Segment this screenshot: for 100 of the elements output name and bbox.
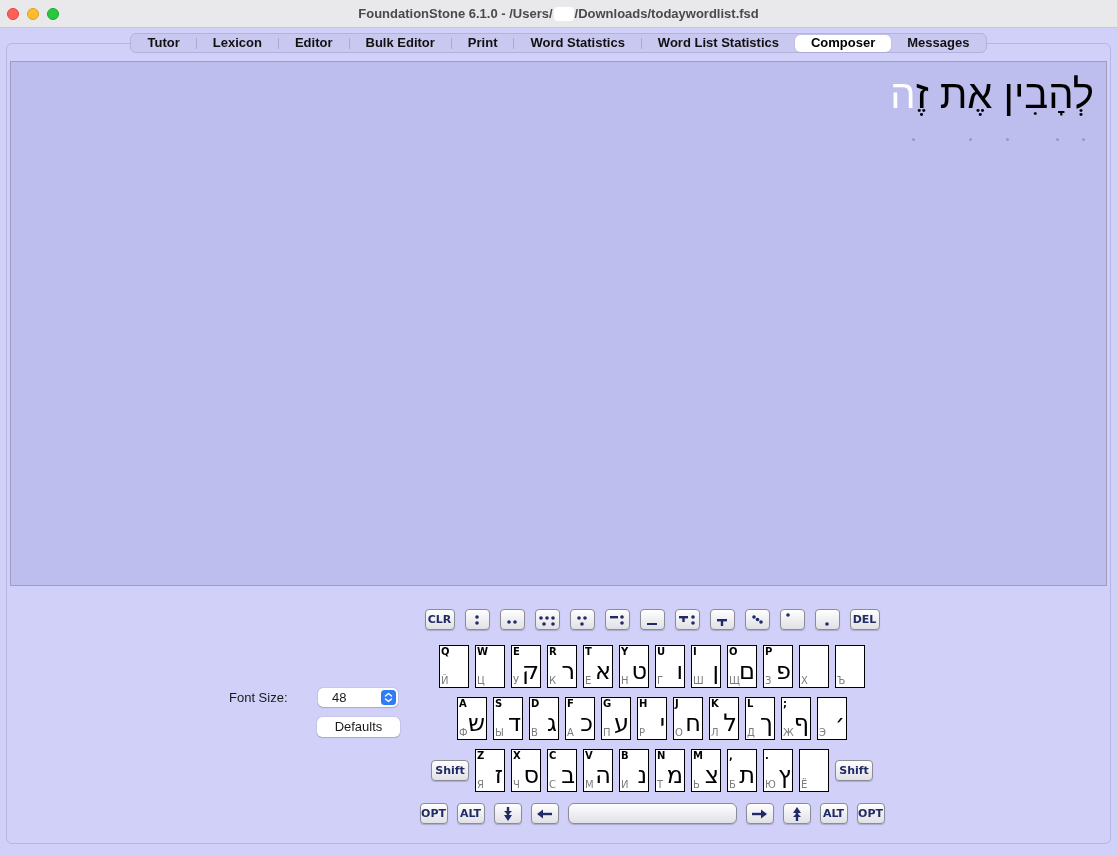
- close-button[interactable]: [7, 7, 19, 20]
- cyrillic-letter: О: [675, 727, 683, 738]
- keyboard-key[interactable]: Q Й: [439, 645, 469, 688]
- window-title: FoundationStone 6.1.0 - /Users/: [358, 4, 553, 23]
- hebrew-letter: א: [594, 658, 611, 684]
- shift-key[interactable]: Shift: [835, 760, 873, 781]
- hebrew-letter: ץ: [778, 762, 791, 788]
- tab[interactable]: Lexicon: [196, 34, 278, 52]
- latin-letter: L: [747, 698, 754, 709]
- latin-letter: ,: [729, 750, 733, 761]
- latin-letter: P: [765, 646, 773, 657]
- cyrillic-letter: У: [513, 675, 520, 686]
- cyrillic-letter: К: [549, 675, 557, 686]
- alt-key[interactable]: ALT: [819, 803, 848, 824]
- delete-key[interactable]: DEL: [849, 609, 880, 630]
- double-down-arrow-icon: [502, 806, 513, 821]
- hebrew-letter: ש: [468, 710, 485, 736]
- right-arrow-icon: [752, 808, 767, 819]
- t-bar-icon: [717, 618, 727, 626]
- vowel-point-key[interactable]: [569, 609, 595, 630]
- latin-letter: A: [459, 698, 467, 709]
- hebrew-letter: צ: [704, 762, 719, 788]
- font-size-select[interactable]: 48: [318, 688, 398, 708]
- space-bar[interactable]: [567, 803, 737, 824]
- cyrillic-letter: Я: [477, 779, 484, 790]
- option-key[interactable]: OPT: [856, 803, 885, 824]
- cyrillic-letter: Й: [441, 675, 449, 686]
- vowel-point-key[interactable]: [604, 609, 630, 630]
- left-arrow-icon: [537, 808, 552, 819]
- cyrillic-letter: Н: [621, 675, 629, 686]
- hebrew-text: לְהָבִין אֶת זֶ: [915, 71, 1094, 118]
- right-key[interactable]: [745, 803, 774, 824]
- diagonal-dots-icon: [751, 615, 763, 624]
- cyrillic-letter: П: [603, 727, 611, 738]
- tab[interactable]: Messages: [891, 34, 986, 52]
- vowel-point-key[interactable]: [709, 609, 735, 630]
- underscore-icon: [647, 622, 657, 626]
- t-bar-dots-icon: [679, 614, 695, 625]
- cyrillic-letter: В: [531, 727, 538, 738]
- vowel-point-key[interactable]: [534, 609, 560, 630]
- cyrillic-letter: Г: [657, 675, 664, 686]
- cyrillic-letter: М: [585, 779, 594, 790]
- hebrew-letter: ז: [494, 762, 503, 788]
- hebrew-letter: מ: [666, 762, 683, 788]
- vowel-point-key[interactable]: [674, 609, 700, 630]
- latin-letter: B: [621, 750, 629, 761]
- tab[interactable]: Composer: [795, 34, 892, 52]
- hebrew-letter: ב: [561, 762, 575, 788]
- up-key[interactable]: [782, 803, 811, 824]
- latin-letter: O: [729, 646, 738, 657]
- latin-letter: Q: [441, 646, 450, 657]
- cyrillic-letter: Ъ: [837, 675, 846, 686]
- tab[interactable]: Editor: [278, 34, 349, 52]
- cyrillic-letter: Ж: [783, 727, 794, 738]
- left-key[interactable]: [530, 803, 559, 824]
- tab[interactable]: Print: [451, 34, 514, 52]
- vowel-point-key[interactable]: [639, 609, 665, 630]
- latin-letter: J: [675, 698, 679, 709]
- hebrew-letter: ח: [685, 710, 701, 736]
- alt-key[interactable]: ALT: [456, 803, 485, 824]
- keyboard-key[interactable]: W Ц: [475, 645, 505, 688]
- latin-letter: S: [495, 698, 503, 709]
- keyboard-key[interactable]: Ъ: [835, 645, 865, 688]
- hebrew-letter: ת: [739, 762, 755, 788]
- hebrew-letter: ע: [613, 710, 629, 736]
- latin-letter: C: [549, 750, 557, 761]
- vowel-point-key[interactable]: [744, 609, 770, 630]
- hebrew-letter: י: [659, 710, 665, 736]
- hebrew-letter: פ: [776, 658, 791, 684]
- shift-key[interactable]: Shift: [431, 760, 469, 781]
- cyrillic-letter: Б: [729, 779, 736, 790]
- cyrillic-letter: Ь: [693, 779, 700, 790]
- cyrillic-letter: Щ: [729, 675, 740, 686]
- defaults-button[interactable]: Defaults: [317, 716, 400, 737]
- cyrillic-letter: Х: [801, 675, 808, 686]
- hebrew-letter: ך: [760, 710, 773, 736]
- hebrew-letter: ט: [631, 658, 647, 684]
- latin-letter: N: [657, 750, 666, 761]
- keyboard-key[interactable]: Э ׳: [817, 697, 847, 740]
- latin-letter: F: [567, 698, 574, 709]
- latin-letter: .: [765, 750, 769, 761]
- hebrew-letter: כ: [580, 710, 593, 736]
- dash-dots-icon: [610, 614, 624, 625]
- clear-key[interactable]: CLR: [424, 609, 455, 630]
- double-up-arrow-icon: [791, 806, 802, 821]
- down-key[interactable]: [493, 803, 522, 824]
- composer-canvas[interactable]: לְהָבִין אֶת זֶה: [10, 61, 1107, 586]
- keyboard-key[interactable]: Х: [799, 645, 829, 688]
- tab[interactable]: Tutor: [131, 34, 196, 52]
- tab[interactable]: Bulk Editor: [349, 34, 451, 52]
- tab[interactable]: Word List Statistics: [641, 34, 795, 52]
- latin-letter: M: [693, 750, 703, 761]
- cyrillic-letter: С: [549, 779, 556, 790]
- keyboard-key[interactable]: Ё: [799, 749, 829, 792]
- latin-letter: Y: [621, 646, 629, 657]
- cyrillic-letter: Т: [657, 779, 664, 790]
- option-key[interactable]: OPT: [419, 803, 448, 824]
- tab[interactable]: Word Statistics: [514, 34, 641, 52]
- hebrew-letter: ם: [739, 658, 755, 684]
- cyrillic-letter: Ё: [801, 779, 808, 790]
